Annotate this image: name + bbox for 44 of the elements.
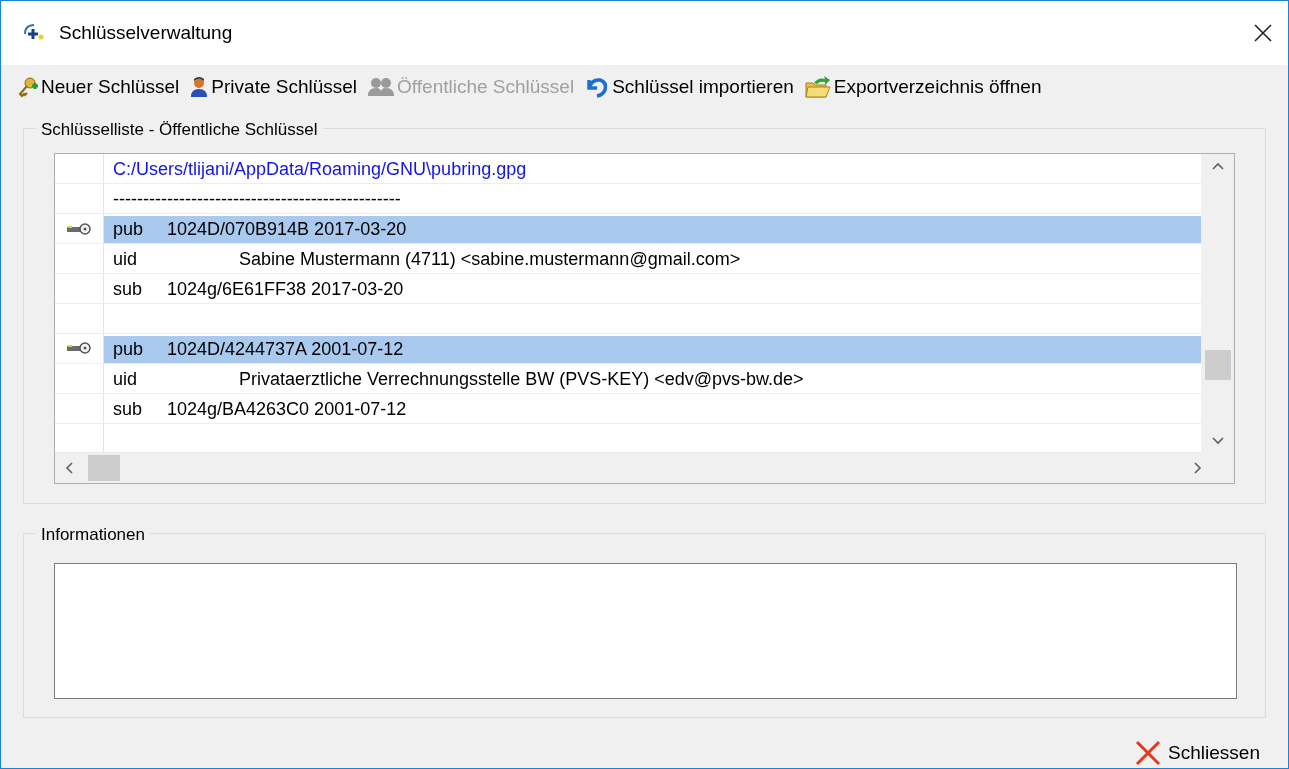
horizontal-scrollbar[interactable] xyxy=(55,453,1234,483)
key-list-row[interactable]: pub 1024D/4244737A 2001-07-12 xyxy=(104,335,1201,363)
folder-arrow-icon xyxy=(803,75,832,99)
toolbar-button[interactable]: Private Schlüssel xyxy=(189,72,358,102)
key-list-row[interactable]: uid Sabine Mustermann (4711) <sabine.mustermann@gmail.com> xyxy=(104,246,1201,273)
key-type-label: sub xyxy=(113,397,144,421)
scroll-thumb[interactable] xyxy=(88,455,120,481)
window-title: Schlüsselverwaltung xyxy=(59,20,233,45)
toolbar-button[interactable]: Exportverzeichnis öffnen xyxy=(803,72,1042,102)
key-list-row[interactable]: uid Privataerztliche Verrechnungsstelle BW (PVS-KEY) <edv@pvs-bw.de> xyxy=(104,365,1201,393)
toolbar-button[interactable]: Neuer Schlüssel xyxy=(17,72,180,102)
keyring-path: C:/Users/tlijani/AppData/Roaming/GNU\pubring.gpg xyxy=(113,158,527,181)
key-type-label: uid xyxy=(113,248,139,271)
scroll-right-icon[interactable] xyxy=(1194,462,1202,474)
key-plus-icon xyxy=(17,76,39,98)
close-icon[interactable] xyxy=(1252,22,1274,44)
person-icon xyxy=(189,76,210,98)
key-info: 1024D/070B914B 2017-03-20 xyxy=(167,218,407,241)
key-list-row[interactable]: C:/Users/tlijani/AppData/Roaming/GNU\pubring.gpg xyxy=(104,156,1201,183)
key-icon xyxy=(66,342,92,354)
user-id: Sabine Mustermann (4711) <sabine.mustermann@gmail.com> xyxy=(239,248,741,271)
key-type-label: pub xyxy=(113,337,145,361)
key-list-row[interactable]: sub 1024g/BA4263C0 2001-07-12 xyxy=(104,395,1201,423)
key-list-row[interactable]: ------------------------------------------------ xyxy=(104,186,1201,213)
separator-text: ------------------------------------------------ xyxy=(113,188,401,211)
toolbar-button[interactable]: Schlüssel importieren xyxy=(584,72,794,102)
close-button[interactable]: Schliessen xyxy=(1134,739,1260,768)
key-list-row[interactable]: pub 1024D/070B914B 2017-03-20 xyxy=(104,216,1201,243)
scroll-down-icon[interactable] xyxy=(1211,437,1224,445)
close-icon xyxy=(1134,740,1163,767)
key-type-label: uid xyxy=(113,367,139,391)
scroll-left-icon[interactable] xyxy=(65,462,73,474)
key-info: 1024D/4244737A 2001-07-12 xyxy=(167,337,404,361)
key-type-label: pub xyxy=(113,218,145,241)
scroll-up-icon[interactable] xyxy=(1211,162,1224,170)
key-info: 1024g/6E61FF38 2017-03-20 xyxy=(167,278,404,301)
user-id: Privataerztliche Verrechnungsstelle BW (PVS-KEY) <edv@pvs-bw.de> xyxy=(239,367,804,391)
key-info: 1024g/BA4263C0 2001-07-12 xyxy=(167,397,407,421)
scroll-thumb[interactable] xyxy=(1204,350,1231,380)
key-type-label: sub xyxy=(113,278,144,301)
vertical-scrollbar[interactable] xyxy=(1201,154,1234,453)
people-icon xyxy=(367,76,396,98)
key-list-row[interactable]: sub 1024g/6E61FF38 2017-03-20 xyxy=(104,276,1201,303)
key-icon xyxy=(66,222,92,235)
